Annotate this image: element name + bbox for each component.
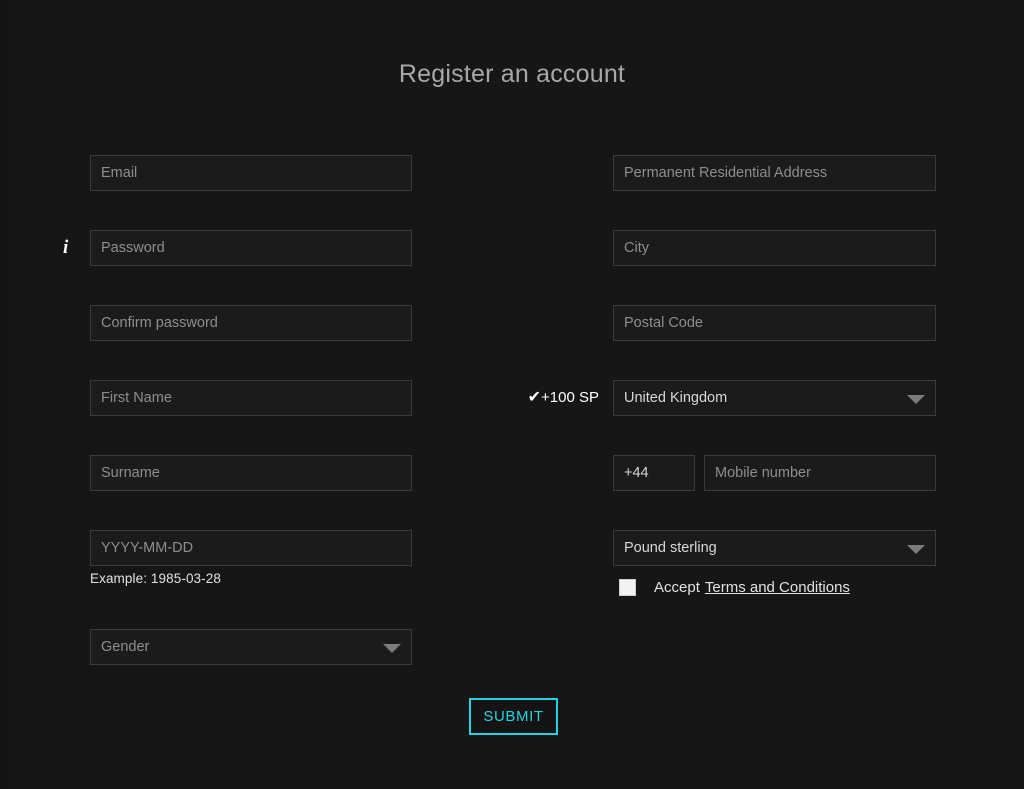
mobile-number-input[interactable]: [704, 455, 936, 491]
currency-row: Pound sterling Accept Terms and Conditio…: [613, 530, 936, 605]
country-row: ✔+100 SP United Kingdom: [528, 380, 936, 455]
birth-date-hint: Example: 1985-03-28: [90, 571, 221, 586]
page-title: Register an account: [398, 60, 626, 88]
birth-date-row: Example: 1985-03-28: [90, 530, 412, 605]
birth-date-input[interactable]: [90, 530, 412, 566]
confirm-password-input[interactable]: [90, 305, 412, 341]
surname-input[interactable]: [90, 455, 412, 491]
country-select-value: United Kingdom: [624, 390, 728, 406]
gender-select[interactable]: Gender: [90, 629, 412, 665]
gender-row: Gender: [90, 629, 412, 704]
currency-select-value: Pound sterling: [624, 540, 717, 556]
chevron-down-icon: [907, 545, 925, 554]
left-edge-strip: [0, 0, 8, 789]
terms-row: Accept Terms and Conditions: [613, 566, 936, 596]
address-row: [613, 155, 936, 230]
submit-button[interactable]: SUBMIT: [469, 698, 558, 735]
terms-and-conditions-link[interactable]: Terms and Conditions: [705, 579, 850, 596]
currency-select[interactable]: Pound sterling: [613, 530, 936, 566]
chevron-down-icon: [907, 395, 925, 404]
password-row: i: [63, 230, 412, 305]
phone-row: [613, 455, 936, 530]
password-info-icon[interactable]: i: [63, 238, 68, 258]
accept-terms-label: Accept: [654, 579, 700, 596]
city-row: [613, 230, 936, 305]
register-page: Register an account i Example: 1985-03-2…: [0, 0, 1024, 789]
left-column: i Example: 1985-03-28 Gender: [63, 155, 412, 704]
phone-country-code-input[interactable]: [613, 455, 695, 491]
check-icon: ✔: [527, 389, 542, 406]
email-row: [90, 155, 412, 230]
chevron-down-icon: [383, 644, 401, 653]
surname-row: [90, 455, 412, 530]
right-column: ✔+100 SP United Kingdom Pound sterling A…: [528, 155, 936, 605]
country-reward-label: +100 SP: [541, 389, 599, 406]
email-input[interactable]: [90, 155, 412, 191]
country-select[interactable]: United Kingdom: [613, 380, 936, 416]
gender-select-value: Gender: [101, 639, 150, 655]
first-name-row: [90, 380, 412, 455]
postal-code-input[interactable]: [613, 305, 936, 341]
postal-code-row: [613, 305, 936, 380]
password-input[interactable]: [90, 230, 412, 266]
accept-terms-checkbox[interactable]: [619, 579, 636, 596]
confirm-password-row: [90, 305, 412, 380]
city-input[interactable]: [613, 230, 936, 266]
first-name-input[interactable]: [90, 380, 412, 416]
address-input[interactable]: [613, 155, 936, 191]
country-reward-badge: ✔+100 SP: [528, 387, 599, 409]
